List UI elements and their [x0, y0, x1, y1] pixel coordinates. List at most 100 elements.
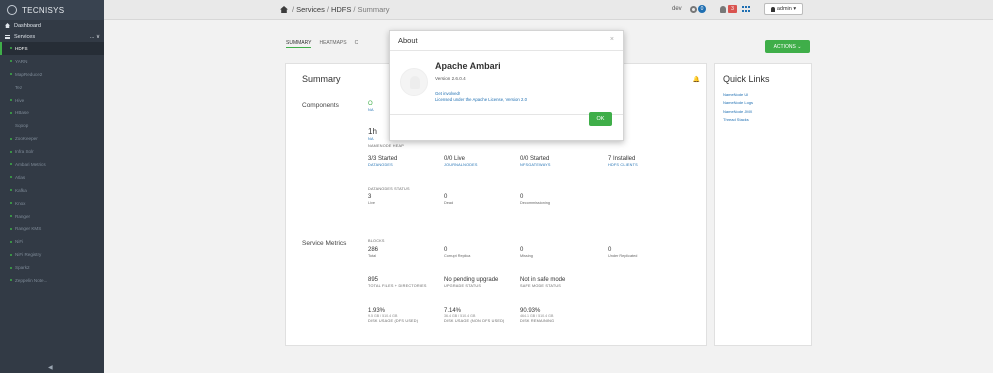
sidebar-item-label: MapReduce2 [15, 71, 43, 77]
sidebar-item-label: Atlas [15, 174, 26, 180]
user-menu-button[interactable]: admin ▾ [764, 3, 803, 15]
metric-total-files: 895 TOTAL FILES + DIRECTORIES [368, 277, 427, 288]
views-grid-icon[interactable] [742, 6, 750, 13]
metric-hdfs-clients[interactable]: 7 Installed HDFS CLIENTS [608, 156, 638, 167]
sidebar-item-sqoop[interactable]: Sqoop [0, 119, 104, 132]
sidebar-item-hbase[interactable]: HBase [0, 106, 104, 119]
about-version: Version 2.6.0.4 [435, 76, 466, 81]
tab-configs[interactable]: C [355, 40, 359, 48]
sidebar-item-tez[interactable]: Tez [0, 81, 104, 94]
breadcrumb-summary: Summary [357, 5, 390, 14]
nav-dashboard[interactable]: Dashboard [0, 20, 104, 31]
status-dot-icon [10, 253, 12, 256]
license-link[interactable]: Licensed under the Apache License, Versi… [435, 97, 527, 102]
quick-link[interactable]: NameNode UI [723, 92, 753, 97]
sidebar-item-label: Zeppelin Note... [15, 277, 48, 283]
services-icon [5, 34, 10, 39]
sidebar-item-label: Infra Solr [15, 149, 34, 155]
metric-safe-mode: Not in safe mode SAFE MODE STATUS [520, 277, 566, 288]
sidebar-item-hdfs[interactable]: HDFS [0, 42, 104, 55]
about-dialog-footer: OK [390, 112, 623, 140]
quick-link[interactable]: NameNode JMX [723, 109, 753, 114]
status-dot-icon [10, 202, 12, 205]
quick-link[interactable]: Thread Stacks [723, 117, 753, 122]
top-bar: / Services / HDFS / Summary dev 0 3 admi… [104, 0, 993, 20]
sidebar-item-label: Ranger KMS [15, 226, 42, 232]
sidebar-item-label: Hive [15, 97, 25, 103]
status-dot-icon [10, 47, 12, 50]
status-dot-icon [10, 60, 12, 63]
breadcrumb-hdfs[interactable]: HDFS [331, 5, 351, 14]
alerts-count-badge: 3 [728, 5, 737, 13]
status-dot-icon [10, 99, 12, 101]
alerts[interactable]: 3 [720, 5, 737, 13]
metric-disk-remaining: 90.93% 464.1 GB / 510.4 GB DISK REMAININ… [520, 308, 555, 323]
metric-blocks-missing: 0 Missing [520, 247, 533, 258]
sidebar-item-ranger[interactable]: Ranger [0, 210, 104, 223]
tab-summary[interactable]: SUMMARY [286, 40, 312, 48]
metric-dn-live: 3 Live [368, 194, 375, 205]
breadcrumb: / Services / HDFS / Summary [280, 5, 390, 14]
status-dot-icon [10, 215, 12, 218]
sidebar-item-spark2[interactable]: Spark2 [0, 261, 104, 274]
nav-services[interactable]: Services ... ∨ [0, 31, 104, 42]
collapse-sidebar-icon[interactable]: ◀ [48, 364, 53, 371]
get-involved-link[interactable]: Get involved! [435, 91, 460, 96]
actions-button[interactable]: ACTIONS ⌄ [765, 40, 810, 53]
status-dot-icon [10, 227, 12, 230]
close-icon[interactable]: × [610, 36, 614, 43]
status-dot-icon [10, 189, 12, 192]
bell-settings-icon[interactable]: 🔔 [693, 76, 700, 83]
about-dialog: About × Apache Ambari Version 2.6.0.4 Ge… [389, 30, 624, 141]
sidebar-item-mapreduce2[interactable]: MapReduce2 [0, 68, 104, 81]
metric-datanodes[interactable]: 3/3 Started DATANODES [368, 156, 397, 167]
breadcrumb-services[interactable]: Services [296, 5, 325, 14]
gear-icon [690, 5, 697, 13]
sidebar-item-label: ZooKeeper [15, 136, 38, 142]
sidebar-item-label: YARN [15, 58, 28, 64]
sidebar-item-hive[interactable]: Hive [0, 94, 104, 107]
ok-button[interactable]: OK [589, 112, 612, 126]
tab-heatmaps[interactable]: HEATMAPS [319, 40, 346, 48]
metric-dn-dead: 0 Dead [444, 194, 454, 205]
sidebar-item-zeppelin-note[interactable]: Zeppelin Note... [0, 274, 104, 287]
quick-link[interactable]: NameNode Logs [723, 100, 753, 105]
metric-blocks-under-replicated: 0 Under Replicated [608, 247, 638, 258]
breadcrumb-sep: / [353, 5, 356, 14]
status-dot-icon [10, 266, 12, 269]
sidebar-item-label: NiFi [15, 239, 24, 245]
sidebar-item-atlas[interactable]: Atlas [0, 171, 104, 184]
status-dot-icon [10, 176, 12, 179]
home-icon [5, 23, 10, 28]
sidebar-item-zookeeper[interactable]: ZooKeeper [0, 132, 104, 145]
sidebar-item-yarn[interactable]: YARN [0, 55, 104, 68]
metric-nfsgateways[interactable]: 0/0 Started NFSGATEWAYS [520, 156, 551, 167]
metric-blocks-total: 286 Total [368, 247, 379, 258]
metric-dn-decommissioning: 0 Decommissioning [520, 194, 550, 205]
metric-journalnodes[interactable]: 0/0 Live JOURNALNODES [444, 156, 478, 167]
about-dialog-header: About × [390, 31, 623, 51]
brand[interactable]: TECNISYS [0, 0, 104, 20]
background-ops[interactable]: 0 [690, 5, 706, 13]
blocks-label: BLOCKS [368, 239, 385, 243]
sidebar-item-nifi-registry[interactable]: NiFi Registry [0, 248, 104, 261]
service-list: HDFS YARN MapReduce2 Tez Hive HBase Sqoop ZooKe… [0, 42, 104, 287]
status-dot-icon [10, 111, 12, 114]
sidebar-item-infra-solr[interactable]: Infra Solr [0, 145, 104, 158]
sidebar-item-knox[interactable]: Knox [0, 197, 104, 210]
about-dialog-title: About [398, 36, 418, 45]
ambari-logo-icon [400, 68, 428, 96]
services-more-icon[interactable]: ... ∨ [90, 34, 100, 40]
quick-links-panel: Quick Links NameNode UI NameNode Logs Name… [714, 63, 812, 346]
home-icon[interactable] [280, 6, 288, 13]
metric-blocks-corrupt: 0 Corrupt Replica [444, 247, 471, 258]
sidebar-item-label: Tez [15, 84, 23, 90]
status-dot-icon [10, 137, 12, 140]
brand-logo-icon [7, 5, 17, 15]
sidebar: TECNISYS Dashboard Services ... ∨ HDFS YA… [0, 0, 104, 373]
sidebar-item-ambari-metrics[interactable]: Ambari Metrics [0, 158, 104, 171]
sidebar-item-nifi[interactable]: NiFi [0, 235, 104, 248]
status-dot-icon [10, 150, 12, 153]
sidebar-item-kafka[interactable]: Kafka [0, 184, 104, 197]
sidebar-item-ranger-kms[interactable]: Ranger KMS [0, 222, 104, 235]
